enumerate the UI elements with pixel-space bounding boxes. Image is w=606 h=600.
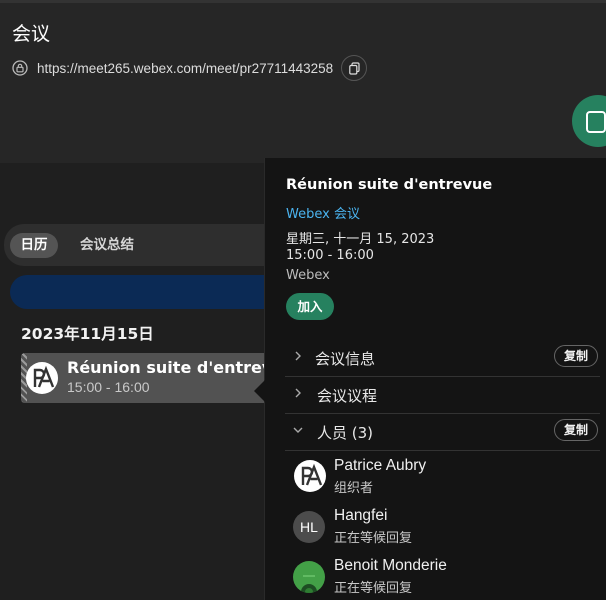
calendar-tabs: 日历 会议总结: [4, 224, 294, 266]
avatar-pa-icon: [294, 460, 326, 492]
details-date: 星期三, 十一月 15, 2023: [286, 232, 435, 247]
meeting-icon: [586, 111, 606, 133]
person-row[interactable]: HL Hangfei 正在等候回复: [293, 507, 593, 547]
meeting-url-link[interactable]: https://meet265.webex.com/meet/pr2771144…: [37, 61, 333, 76]
chevron-right-icon: [295, 388, 301, 398]
details-title: Réunion suite d'entrevue: [286, 177, 493, 193]
section-meeting-agenda[interactable]: 会议议程: [285, 376, 600, 414]
meeting-header: 会议 https://meet265.webex.com/meet/pr2771…: [0, 0, 606, 163]
section-label-people: 人员 (3): [317, 424, 374, 442]
tab-calendar[interactable]: 日历: [10, 233, 58, 258]
details-time: 15:00 - 16:00: [286, 248, 374, 263]
calendar-date-heading: 2023年11月15日: [21, 325, 154, 343]
section-label-agenda: 会议议程: [317, 387, 378, 405]
details-source: Webex: [286, 268, 330, 283]
section-meeting-info[interactable]: 会议信息 复制: [285, 339, 600, 377]
person-name: Hangfei: [334, 507, 388, 524]
webex-meeting-link[interactable]: Webex 会议: [286, 203, 360, 222]
copy-info-button[interactable]: 复制: [554, 345, 599, 367]
chevron-right-icon: [295, 351, 301, 361]
meeting-details-panel: Réunion suite d'entrevue Webex 会议 星期三, 十…: [264, 158, 606, 600]
section-people[interactable]: 人员 (3) 复制: [285, 413, 600, 451]
person-role: 正在等候回复: [334, 581, 413, 596]
person-role: 组织者: [334, 481, 374, 496]
person-row[interactable]: Benoit Monderie 正在等候回复: [293, 557, 593, 597]
page-title: 会议: [12, 23, 51, 45]
event-title: Réunion suite d'entrevue: [67, 358, 271, 377]
person-role: 正在等候回复: [334, 531, 413, 546]
start-meeting-button[interactable]: [572, 95, 606, 147]
person-row[interactable]: Patrice Aubry 组织者: [293, 457, 593, 497]
chevron-down-icon: [293, 427, 303, 433]
copy-people-button[interactable]: 复制: [554, 419, 599, 441]
person-name: Patrice Aubry: [334, 457, 427, 474]
avatar-pattern-icon: [301, 575, 317, 593]
event-time: 15:00 - 16:00: [67, 379, 150, 395]
tab-meeting-summary[interactable]: 会议总结: [80, 233, 134, 258]
meeting-url-row: https://meet265.webex.com/meet/pr2771144…: [12, 55, 368, 81]
copy-url-button[interactable]: [341, 55, 368, 81]
popover-pointer: [254, 380, 265, 402]
lock-icon: [12, 60, 28, 76]
calendar-banner: [10, 275, 300, 309]
avatar: HL: [293, 511, 325, 543]
avatar-pa-icon: [26, 362, 58, 394]
copy-icon: [348, 61, 360, 75]
calendar-event[interactable]: Réunion suite d'entrevue 15:00 - 16:00: [21, 353, 271, 403]
join-button[interactable]: 加入: [286, 293, 334, 320]
avatar: [293, 561, 325, 593]
section-label-info: 会议信息: [315, 350, 376, 368]
person-name: Benoit Monderie: [334, 557, 447, 574]
